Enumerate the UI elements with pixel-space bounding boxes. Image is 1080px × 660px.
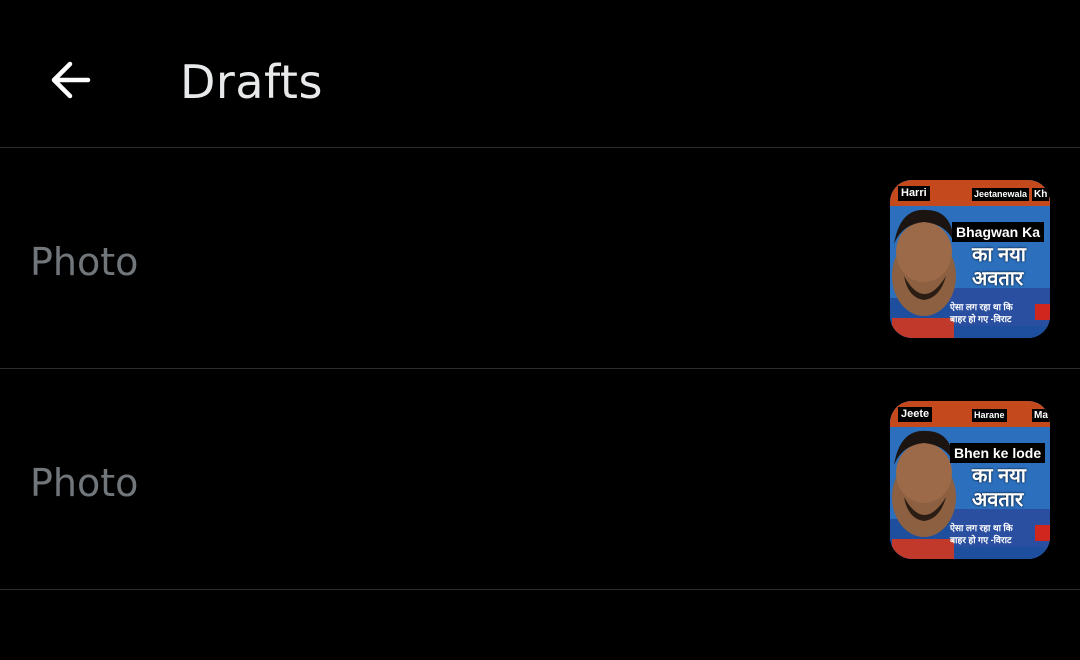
thumbnail-text: बाहर हो गए -विराट [950,535,1012,545]
thumbnail-text: का नया [972,244,1026,266]
thumbnail-text: ऐसा लग रहा था कि [950,523,1013,533]
arrow-left-icon [51,61,91,99]
draft-item[interactable]: Photo Jeete Harane Ma Bhen ke lode का नय… [0,369,1080,590]
thumbnail-caption: Bhagwan Ka [952,222,1045,242]
thumbnail-text: Kh [1032,188,1050,201]
thumbnail-text: Jeete [898,407,933,422]
thumbnail-text: बाहर हो गए -विराट [950,314,1012,324]
draft-type-label: Photo [30,240,139,284]
thumbnail-text: Jeetanewala [972,188,1030,201]
top-app-bar: Drafts [0,0,1080,148]
thumbnail-text: का नया [972,465,1026,487]
thumbnail-text: Harane [972,409,1007,422]
draft-thumbnail[interactable]: Harri Jeetanewala Kh Bhagwan Ka का नया अ… [890,180,1050,338]
thumbnail-text: ऐसा लग रहा था कि [950,302,1013,312]
draft-type-label: Photo [30,461,139,505]
page-title: Drafts [180,55,323,109]
drafts-screen: Drafts Photo Harri Jeetanewala Kh Bhagwa… [0,0,1080,660]
draft-thumbnail[interactable]: Jeete Harane Ma Bhen ke lode का नया अवता… [890,401,1050,559]
thumbnail-text: अवतार [972,268,1024,290]
back-button[interactable] [40,52,100,108]
draft-item[interactable]: Photo Harri Jeetanewala Kh Bhagwan Ka का… [0,148,1080,369]
thumbnail-caption: Bhen ke lode [950,443,1046,463]
thumbnail-text: Harri [898,186,930,201]
thumbnail-text: अवतार [972,489,1024,511]
thumbnail-text: Ma [1032,409,1050,422]
